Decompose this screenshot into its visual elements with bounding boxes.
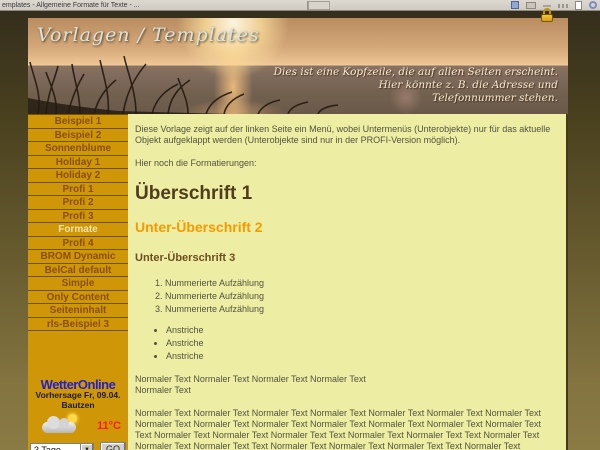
sidebar-item-simple[interactable]: Simple bbox=[28, 277, 128, 291]
sidebar-item-profi-4[interactable]: Profi 4 bbox=[28, 237, 128, 251]
sidebar-menu: Beispiel 1Beispiel 2SonnenblumeHoliday 1… bbox=[28, 114, 128, 331]
heading-3: Unter-Überschrift 3 bbox=[135, 252, 554, 264]
sidebar-item-belcal-default[interactable]: BelCal default bbox=[28, 264, 128, 278]
browser-toolbar-icons bbox=[511, 1, 597, 10]
bullet-list-item: Anstriche bbox=[166, 351, 554, 362]
lock-body bbox=[541, 14, 553, 22]
sidebar-item-beispiel-2[interactable]: Beispiel 2 bbox=[28, 129, 128, 143]
bullet-list-item: Anstriche bbox=[166, 338, 554, 349]
normal-text-line-2: Normaler Text bbox=[135, 385, 191, 395]
normal-text-block: Normaler Text Normaler Text Normaler Tex… bbox=[135, 374, 554, 396]
bullet-list-item: Anstriche bbox=[166, 325, 554, 336]
page-icon[interactable] bbox=[575, 1, 582, 10]
header-tagline: Dies ist eine Kopfzeile, die auf allen S… bbox=[274, 66, 558, 105]
bullet-list: Anstriche Anstriche Anstriche bbox=[135, 325, 554, 362]
forecast-range-value: 3 Tage bbox=[34, 445, 61, 450]
chevron-down-icon[interactable]: ▼ bbox=[80, 444, 93, 450]
weather-condition-row: 11°C bbox=[28, 413, 128, 439]
sidebar: Beispiel 1Beispiel 2SonnenblumeHoliday 1… bbox=[28, 114, 128, 450]
help-icon[interactable] bbox=[589, 1, 597, 9]
sidebar-item-holiday-2[interactable]: Holiday 2 bbox=[28, 169, 128, 183]
sidebar-item-holiday-1[interactable]: Holiday 1 bbox=[28, 156, 128, 170]
go-button[interactable]: GO bbox=[100, 442, 126, 450]
ordered-list-item: Nummerierte Aufzählung bbox=[165, 304, 554, 315]
browser-tab-title[interactable]: emplates - Allgemeine Formate für Texte … bbox=[2, 1, 302, 10]
weather-widget: WetterOnline Vorhersage Fr, 09.04. Bautz… bbox=[28, 378, 128, 450]
header-image: Vorlagen / Templates Dies ist eine Kopfz… bbox=[28, 18, 568, 114]
minimize-icon[interactable] bbox=[543, 5, 551, 7]
dots-icon[interactable] bbox=[558, 4, 568, 8]
intro-paragraph: Diese Vorlage zeigt auf der linken Seite… bbox=[135, 124, 554, 146]
heading-2: Unter-Überschrift 2 bbox=[135, 220, 554, 235]
forecast-city: Bautzen bbox=[28, 401, 128, 411]
browser-tab-bar: emplates - Allgemeine Formate für Texte … bbox=[0, 0, 600, 11]
lock-icon[interactable] bbox=[541, 8, 553, 22]
sidebar-item-profi-1[interactable]: Profi 1 bbox=[28, 183, 128, 197]
browser-tab-stub[interactable] bbox=[308, 1, 330, 10]
cloud-icon bbox=[42, 422, 76, 433]
tagline-line-3: Telefonnummer stehen. bbox=[274, 92, 558, 105]
sidebar-item-rls-beispiel-3[interactable]: rls-Beispiel 3 bbox=[28, 318, 128, 332]
ordered-list-item: Nummerierte Aufzählung bbox=[165, 291, 554, 302]
sidebar-item-beispiel-1[interactable]: Beispiel 1 bbox=[28, 115, 128, 129]
sidebar-item-only-content[interactable]: Only Content bbox=[28, 291, 128, 305]
tagline-line-2: Hier könnte z. B. die Adresse und bbox=[274, 79, 558, 92]
normal-text-line-1: Normaler Text Normaler Text Normaler Tex… bbox=[135, 374, 366, 384]
sidebar-item-profi-3[interactable]: Profi 3 bbox=[28, 210, 128, 224]
normal-text-paragraph: Normaler Text Normaler Text Normaler Tex… bbox=[135, 408, 554, 450]
ordered-list-item: Nummerierte Aufzählung bbox=[165, 278, 554, 289]
printer-icon[interactable] bbox=[526, 2, 536, 9]
content-area: Diese Vorlage zeigt auf der linken Seite… bbox=[128, 114, 568, 450]
document-icon[interactable] bbox=[511, 1, 519, 9]
heading-1: Überschrift 1 bbox=[135, 184, 554, 204]
numbered-list: Nummerierte Aufzählung Nummerierte Aufzäh… bbox=[135, 278, 554, 315]
tagline-line-1: Dies ist eine Kopfzeile, die auf allen S… bbox=[274, 66, 558, 79]
sidebar-item-sonnenblume[interactable]: Sonnenblume bbox=[28, 142, 128, 156]
sidebar-item-profi-2[interactable]: Profi 2 bbox=[28, 196, 128, 210]
sidebar-item-formate[interactable]: Formate bbox=[28, 223, 128, 237]
sidebar-item-brom-dynamic[interactable]: BROM Dynamic bbox=[28, 250, 128, 264]
temperature-value: 11°C bbox=[97, 420, 121, 432]
formats-label: Hier noch die Formatierungen: bbox=[135, 158, 554, 169]
site-title: Vorlagen / Templates bbox=[37, 24, 260, 46]
screen: emplates - Allgemeine Formate für Texte … bbox=[0, 0, 600, 450]
weather-controls: 3 Tage ▼ GO bbox=[28, 442, 128, 450]
sidebar-item-seiteninhalt[interactable]: Seiteninhalt bbox=[28, 304, 128, 318]
forecast-range-select[interactable]: 3 Tage ▼ bbox=[30, 443, 94, 450]
